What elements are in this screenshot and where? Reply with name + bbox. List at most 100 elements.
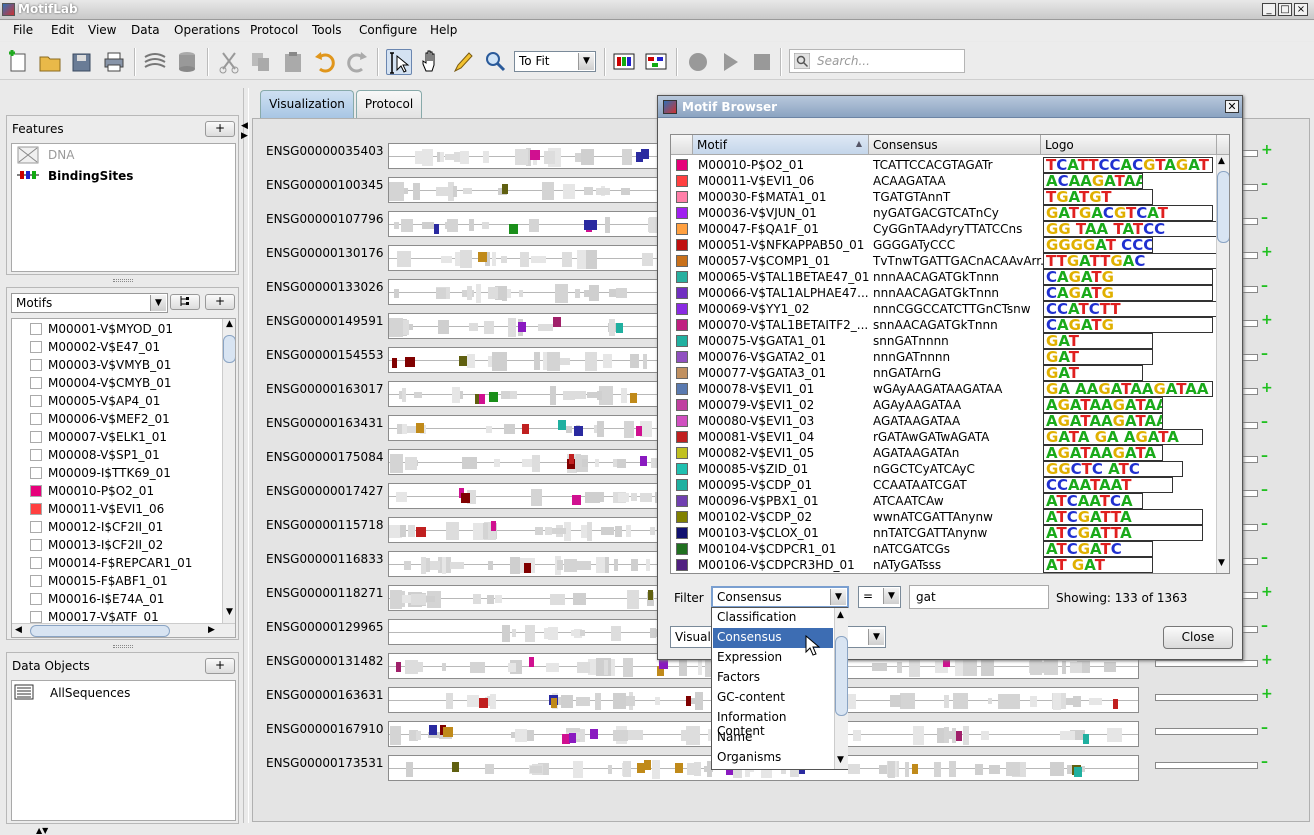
motif-color-swatch[interactable] (676, 543, 688, 555)
binding-site-marker[interactable] (443, 727, 453, 737)
scroll-thumb[interactable] (1217, 171, 1229, 243)
menu-edit[interactable]: Edit (51, 23, 74, 37)
motif-checkbox[interactable] (30, 611, 42, 623)
binding-site-marker[interactable] (659, 659, 668, 669)
motif-color-swatch[interactable] (676, 559, 688, 571)
feature-item-dna[interactable]: DNA (48, 148, 74, 162)
table-row[interactable]: M00104-V$CDPCR1_01 nATCGATCGs ATCGATC (671, 541, 1216, 557)
collapse-arrows-icon[interactable]: ▲▼ (36, 826, 48, 835)
play-icon[interactable] (717, 49, 743, 75)
motif-color-swatch[interactable] (676, 479, 688, 491)
binding-site-marker[interactable] (648, 590, 653, 600)
scroll-up-icon[interactable]: ▲ (837, 610, 844, 620)
sequence-tracks-icon[interactable] (142, 49, 168, 75)
column-header-consensus[interactable]: Consensus (869, 135, 1041, 155)
motif-checkbox[interactable] (30, 503, 42, 515)
zoom-tool-icon[interactable] (482, 49, 508, 75)
filter-field-select[interactable]: Consensus ▼ (711, 586, 849, 608)
motif-color-swatch[interactable] (676, 447, 688, 459)
binding-site-marker[interactable] (479, 698, 488, 708)
motif-checkbox[interactable] (30, 575, 42, 587)
binding-site-marker[interactable] (551, 698, 557, 708)
motif-color-swatch[interactable] (676, 239, 688, 251)
binding-site-marker[interactable] (616, 323, 623, 333)
binding-site-marker[interactable] (524, 563, 531, 573)
binding-site-marker[interactable] (569, 733, 576, 743)
table-row[interactable]: M00102-V$CDP_02 wwnATCGATTAnynw ATCGATTA (671, 509, 1216, 525)
copy-icon[interactable] (248, 49, 274, 75)
menu-configure[interactable]: Configure (359, 23, 417, 37)
pencil-tool-icon[interactable] (450, 49, 476, 75)
dropdown-option[interactable]: Factors (713, 668, 833, 688)
hscroll-thumb[interactable] (30, 625, 170, 637)
scroll-up-icon[interactable]: ▲ (1218, 156, 1225, 166)
scroll-down-icon[interactable]: ▼ (223, 607, 235, 621)
motif-color-swatch[interactable] (676, 175, 688, 187)
motif-checkbox[interactable] (30, 359, 42, 371)
binding-site-marker[interactable] (675, 763, 683, 773)
expand-icon[interactable]: + (1261, 380, 1273, 396)
binding-site-marker[interactable] (636, 426, 642, 436)
binding-site-marker[interactable] (590, 729, 598, 739)
motif-color-swatch[interactable] (676, 271, 688, 283)
motif-checkbox[interactable] (30, 467, 42, 479)
window-close-button[interactable]: × (1294, 3, 1308, 16)
motif-color-swatch[interactable] (676, 527, 688, 539)
scroll-left-icon[interactable]: ◀ (15, 625, 22, 635)
binding-site-marker[interactable] (584, 220, 594, 230)
dropdown-option[interactable]: GC-content (713, 688, 833, 708)
motif-color-swatch[interactable] (676, 287, 688, 299)
motif-overview-icon[interactable] (643, 49, 669, 75)
dropdown-scrollbar[interactable]: ▲ ▼ (834, 608, 848, 769)
binding-site-marker[interactable] (461, 493, 470, 503)
expand-icon[interactable]: + (1261, 312, 1273, 328)
collapse-icon[interactable]: – (1261, 210, 1268, 226)
motifs-selector[interactable]: Motifs ▼ (11, 293, 168, 313)
binding-site-marker[interactable] (518, 322, 526, 332)
menu-help[interactable]: Help (430, 23, 457, 37)
motif-color-swatch[interactable] (676, 191, 688, 203)
expand-icon[interactable]: + (1261, 686, 1273, 702)
table-row[interactable]: M00070-V$TAL1BETAITF2_... snnAACAGATGkTnn… (671, 317, 1216, 333)
collapse-icon[interactable]: – (1261, 278, 1268, 294)
column-header-motif[interactable]: Motif ▲ (693, 135, 869, 155)
filter-operator-select[interactable]: = ▼ (858, 586, 901, 608)
table-row[interactable]: M00077-V$GATA3_01 nnGATArnG GAT (671, 365, 1216, 381)
table-row[interactable]: M00095-V$CDP_01 CCAATAATCGAT CCAATAAT (671, 477, 1216, 493)
database-icon[interactable] (174, 49, 200, 75)
add-data-object-button[interactable]: + (205, 658, 235, 674)
table-row[interactable]: M00076-V$GATA2_01 nnnGATnnnn GAT (671, 349, 1216, 365)
motif-color-swatch[interactable] (676, 399, 688, 411)
table-row[interactable]: M00011-V$EVI1_06 ACAAGATAA ACAAGATAA (671, 173, 1216, 189)
binding-site-marker[interactable] (637, 763, 645, 773)
expand-icon[interactable]: + (1261, 244, 1273, 260)
binding-site-marker[interactable] (630, 393, 637, 403)
tab-protocol[interactable]: Protocol (356, 90, 422, 118)
print-icon[interactable] (101, 49, 127, 75)
collapse-arrow-icon[interactable]: ◀ (241, 121, 248, 131)
motif-checkbox[interactable] (30, 593, 42, 605)
undo-icon[interactable] (312, 49, 338, 75)
binding-site-marker[interactable] (686, 696, 691, 706)
motif-checkbox[interactable] (30, 323, 42, 335)
motif-color-swatch[interactable] (676, 431, 688, 443)
motif-color-swatch[interactable] (676, 495, 688, 507)
redo-icon[interactable] (344, 49, 370, 75)
save-icon[interactable] (69, 49, 95, 75)
collapse-icon[interactable]: – (1261, 720, 1268, 736)
menu-tools[interactable]: Tools (312, 23, 342, 37)
minimize-button[interactable]: _ (1262, 3, 1276, 16)
table-row[interactable]: M00081-V$EVI1_04 rGATAwGATwAGATA GATA GA A… (671, 429, 1216, 445)
motif-color-swatch[interactable] (676, 383, 688, 395)
binding-site-marker[interactable] (558, 420, 566, 430)
motif-color-swatch[interactable] (676, 511, 688, 523)
open-folder-icon[interactable] (37, 49, 63, 75)
scroll-down-icon[interactable]: ▼ (837, 755, 844, 765)
motif-color-swatch[interactable] (676, 415, 688, 427)
feature-item-bindingsites[interactable]: BindingSites (48, 169, 133, 183)
menu-protocol[interactable]: Protocol (250, 23, 298, 37)
zoom-select[interactable]: To Fit ▼ (514, 51, 596, 72)
expand-icon[interactable]: + (1261, 142, 1273, 158)
tree-view-button[interactable] (170, 294, 200, 310)
binding-site-marker[interactable] (553, 317, 561, 327)
